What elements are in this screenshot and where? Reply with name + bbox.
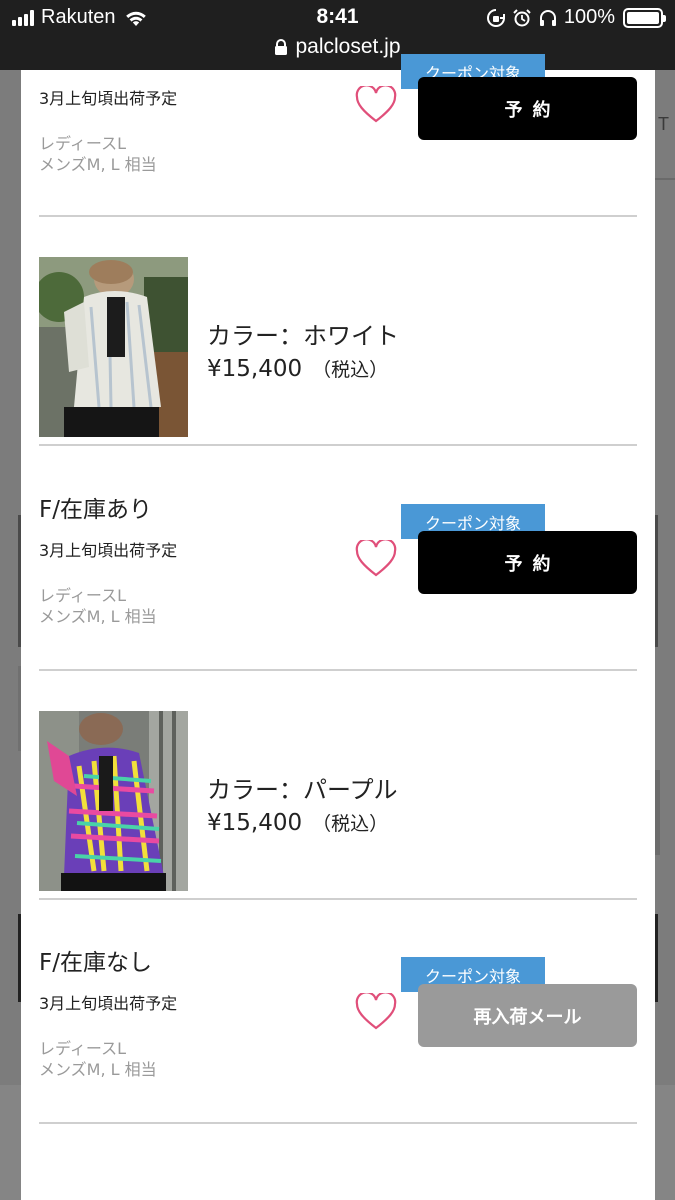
size-note-ladies: レディースL <box>39 134 126 153</box>
size-note-ladies: レディースL <box>39 1039 126 1058</box>
divider <box>39 669 637 671</box>
price: ¥15,400 （税込） <box>207 809 388 836</box>
size-note-ladies: レディースL <box>39 586 126 605</box>
background-dark-box-right <box>655 914 658 1002</box>
ship-date: 3月上旬頃出荷予定 <box>39 89 178 108</box>
divider <box>39 898 637 900</box>
ship-date: 3月上旬頃出荷予定 <box>39 994 178 1013</box>
size-stock-status: F/在庫なし <box>39 950 152 976</box>
address-bar[interactable]: palcloset.jp <box>0 35 675 59</box>
tax-label: （税込） <box>312 813 389 835</box>
headphones-icon <box>539 9 556 26</box>
divider <box>39 215 637 217</box>
reserve-button[interactable]: 予約 <box>418 77 637 140</box>
background-panel-right <box>655 515 658 647</box>
favorite-heart-icon[interactable] <box>355 540 397 578</box>
price-value: ¥15,400 <box>207 356 303 382</box>
restock-mail-button[interactable]: 再入荷メール <box>418 984 637 1047</box>
battery-icon <box>623 7 666 28</box>
size-note-mens: メンズM, L 相当 <box>39 607 157 626</box>
divider <box>39 1122 637 1124</box>
battery-percent: 100% <box>563 6 615 28</box>
alarm-icon <box>513 8 531 26</box>
divider <box>39 444 637 446</box>
size-note-mens: メンズM, L 相当 <box>39 1060 157 1079</box>
color-label: カラー：パープル <box>207 776 398 804</box>
price: ¥15,400 （税込） <box>207 355 388 382</box>
size-note-mens: メンズM, L 相当 <box>39 155 157 174</box>
background-box-right <box>655 770 660 855</box>
background-footer-right <box>655 1085 675 1200</box>
url-text: palcloset.jp <box>295 35 401 58</box>
color-label: カラー：ホワイト <box>207 322 399 350</box>
background-text-fragment: T <box>658 114 669 134</box>
background-footer <box>0 1085 21 1200</box>
background-divider <box>655 178 675 180</box>
favorite-heart-icon[interactable] <box>355 993 397 1031</box>
favorite-heart-icon[interactable] <box>355 86 397 124</box>
price-value: ¥15,400 <box>207 810 303 836</box>
size-stock-status: F/在庫あり <box>39 497 152 523</box>
tax-label: （税込） <box>312 359 389 381</box>
product-image-white <box>39 257 188 437</box>
product-image-purple <box>39 711 188 891</box>
orientation-lock-icon <box>486 8 505 27</box>
lock-icon <box>275 38 288 55</box>
status-bar: Rakuten 8:41 100% palcloset.jp <box>0 0 675 70</box>
status-indicators: 100% <box>486 6 666 29</box>
reserve-button[interactable]: 予約 <box>418 531 637 594</box>
ship-date: 3月上旬頃出荷予定 <box>39 541 178 560</box>
product-variant-modal: クーポン対象 3月上旬頃出荷予定 レディースL メンズM, L 相当 予約 カラ… <box>21 54 655 1200</box>
